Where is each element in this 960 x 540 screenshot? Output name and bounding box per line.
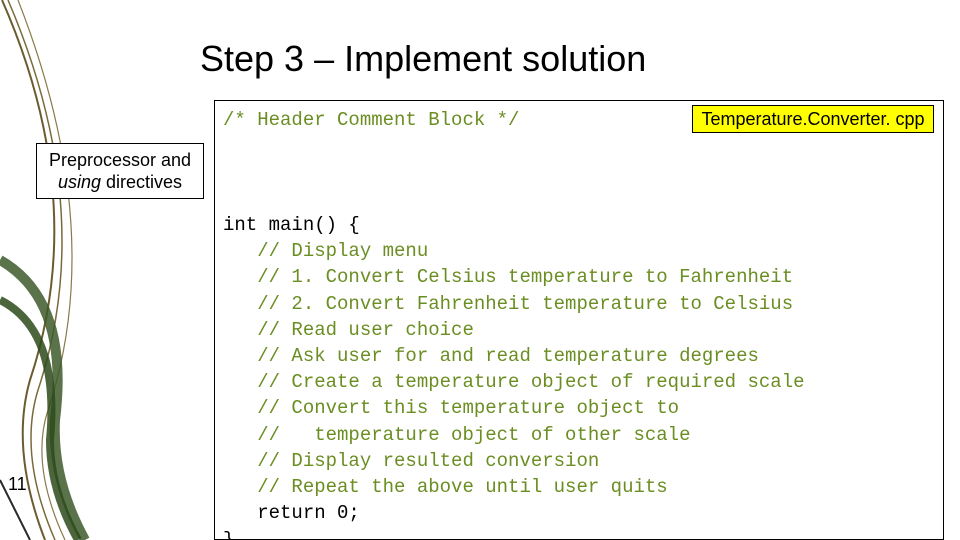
code-box: /* Header Comment Block */ int main() { …	[214, 100, 944, 540]
code-line: }	[223, 529, 234, 540]
code-line: return 0;	[223, 502, 360, 524]
code-line: // Repeat the above until user quits	[223, 476, 668, 498]
code-line: /* Header Comment Block */	[223, 109, 519, 131]
page-number: 11	[8, 474, 27, 495]
filename-label: Temperature.Converter. cpp	[692, 105, 934, 133]
code-line: // Ask user for and read temperature deg…	[223, 345, 759, 367]
code-line: // Convert this temperature object to	[223, 397, 679, 419]
code-line: // Display menu	[223, 240, 428, 262]
preproc-label-text: Preprocessor and using directives	[43, 149, 197, 194]
code-line: // Read user choice	[223, 319, 474, 341]
code-line: // 1. Convert Celsius temperature to Fah…	[223, 266, 793, 288]
preprocessor-directives-label: Preprocessor and using directives	[36, 143, 204, 199]
decorative-swoosh	[0, 0, 120, 540]
code-line: int main() {	[223, 214, 360, 236]
code-line: // Create a temperature object of requir…	[223, 371, 805, 393]
code-block: /* Header Comment Block */ int main() { …	[223, 107, 935, 540]
code-line: // temperature object of other scale	[223, 424, 690, 446]
code-line: // 2. Convert Fahrenheit temperature to …	[223, 293, 793, 315]
slide-title: Step 3 – Implement solution	[200, 38, 646, 80]
code-line: // Display resulted conversion	[223, 450, 599, 472]
